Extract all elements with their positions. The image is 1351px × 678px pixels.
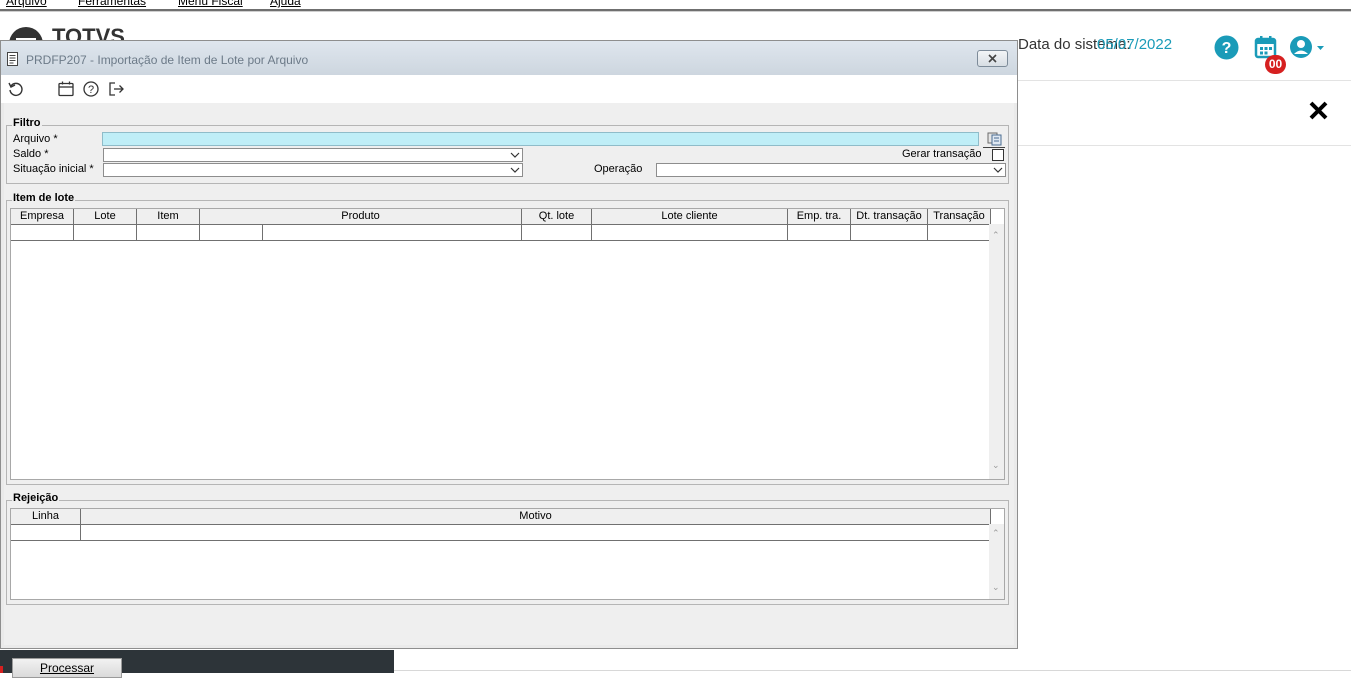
- calendar-icon[interactable]: [57, 80, 75, 98]
- chevron-down-icon: [510, 167, 520, 173]
- filter-group: Filtro Arquivo * Saldo * Gerar transação…: [6, 117, 1009, 184]
- rejeicao-group: Rejeição Linha Motivo ⌃ ⌄: [6, 492, 1009, 605]
- dialog-toolbar: ?: [1, 75, 1017, 103]
- table-row[interactable]: [11, 224, 991, 241]
- status-marker: [0, 666, 3, 673]
- dialog-title: PRDFP207 - Importação de Item de Lote po…: [26, 53, 309, 67]
- refresh-icon[interactable]: [7, 80, 25, 98]
- dialog-body: Filtro Arquivo * Saldo * Gerar transação…: [4, 103, 1014, 678]
- table-cell[interactable]: [74, 224, 137, 240]
- table-cell[interactable]: [81, 524, 991, 540]
- arquivo-field[interactable]: [102, 132, 979, 146]
- chevron-down-icon: [510, 152, 520, 158]
- table-cell[interactable]: [522, 224, 592, 240]
- col-lote[interactable]: Lote: [74, 209, 137, 224]
- dialog-titlebar[interactable]: PRDFP207 - Importação de Item de Lote po…: [1, 41, 1017, 75]
- import-dialog: PRDFP207 - Importação de Item de Lote po…: [0, 40, 1018, 678]
- chevron-down-icon[interactable]: ⌄: [992, 582, 1000, 593]
- table-cell[interactable]: [137, 224, 200, 240]
- chevron-up-icon[interactable]: ⌃: [992, 230, 1000, 241]
- col-linha[interactable]: Linha: [11, 509, 81, 524]
- menu-ajuda[interactable]: Ajuda: [270, 0, 301, 8]
- col-dt-transacao[interactable]: Dt. transação: [851, 209, 928, 224]
- menu-fiscal[interactable]: Menu Fiscal: [178, 0, 243, 8]
- help-icon[interactable]: ?: [1214, 35, 1239, 65]
- saldo-select[interactable]: [103, 148, 523, 162]
- content-divider: [1018, 145, 1351, 146]
- item-lote-scrollbar[interactable]: ⌃ ⌄: [989, 224, 1004, 479]
- help-icon[interactable]: ?: [82, 80, 100, 98]
- menu-arquivo[interactable]: Arquivo: [6, 0, 47, 8]
- main-menubar: Arquivo Ferramentas Menu Fiscal Ajuda: [0, 0, 1351, 9]
- item-lote-group-label: Item de lote: [12, 192, 76, 204]
- col-motivo[interactable]: Motivo: [81, 509, 991, 524]
- table-cell[interactable]: [200, 224, 263, 240]
- item-lote-grid-header: Empresa Lote Item Produto Qt. lote Lote …: [11, 209, 991, 225]
- table-cell[interactable]: [592, 224, 788, 240]
- situacao-label: Situação inicial *: [13, 163, 94, 175]
- item-lote-grid[interactable]: Empresa Lote Item Produto Qt. lote Lote …: [10, 208, 1005, 480]
- filter-group-label: Filtro: [12, 117, 42, 129]
- col-empresa[interactable]: Empresa: [11, 209, 74, 224]
- chevron-down-icon: [993, 167, 1003, 173]
- gerar-transacao-label: Gerar transação: [902, 148, 982, 160]
- processar-button[interactable]: Processar: [12, 658, 122, 678]
- close-icon[interactable]: [1308, 100, 1329, 126]
- table-cell[interactable]: [851, 224, 928, 240]
- svg-text:?: ?: [1222, 40, 1232, 57]
- svg-text:?: ?: [88, 84, 94, 96]
- menu-ferramentas[interactable]: Ferramentas: [78, 0, 146, 8]
- col-item[interactable]: Item: [137, 209, 200, 224]
- rejeicao-group-label: Rejeição: [12, 492, 60, 504]
- col-transacao[interactable]: Transação: [928, 209, 991, 224]
- gerar-transacao-checkbox[interactable]: [992, 149, 1004, 161]
- table-cell[interactable]: [788, 224, 851, 240]
- close-icon: [988, 54, 997, 63]
- rejeicao-scrollbar[interactable]: ⌃ ⌄: [989, 524, 1004, 599]
- item-lote-group: Item de lote Empresa Lote Item Produto Q…: [6, 192, 1009, 485]
- table-cell[interactable]: [263, 224, 522, 240]
- menubar-divider-shadow: [0, 11, 1351, 12]
- rejeicao-grid[interactable]: Linha Motivo ⌃ ⌄: [10, 508, 1005, 600]
- exit-icon[interactable]: [107, 80, 125, 98]
- operacao-label: Operação: [594, 163, 643, 175]
- table-cell[interactable]: [11, 524, 81, 540]
- file-browse-icon[interactable]: [983, 131, 1005, 148]
- situacao-select[interactable]: [103, 163, 523, 177]
- dialog-close-button[interactable]: [977, 50, 1008, 67]
- system-date-value: 05/07/2022: [1097, 36, 1173, 53]
- chevron-up-icon[interactable]: ⌃: [992, 528, 1000, 539]
- chevron-down-icon[interactable]: ⌄: [992, 460, 1000, 471]
- rejeicao-grid-header: Linha Motivo: [11, 509, 991, 525]
- document-icon: [7, 52, 19, 71]
- table-row[interactable]: [11, 524, 991, 541]
- col-lote-cliente[interactable]: Lote cliente: [592, 209, 788, 224]
- table-cell[interactable]: [11, 224, 74, 240]
- col-emp-tra[interactable]: Emp. tra.: [788, 209, 851, 224]
- col-qt-lote[interactable]: Qt. lote: [522, 209, 592, 224]
- operacao-select[interactable]: [656, 163, 1006, 177]
- user-avatar-icon[interactable]: [1290, 35, 1326, 64]
- arquivo-label: Arquivo *: [13, 133, 58, 145]
- footer-divider: [394, 670, 1351, 671]
- col-produto[interactable]: Produto: [200, 209, 522, 224]
- table-cell[interactable]: [928, 224, 991, 240]
- calendar-badge: 00: [1265, 55, 1286, 74]
- saldo-label: Saldo *: [13, 148, 49, 160]
